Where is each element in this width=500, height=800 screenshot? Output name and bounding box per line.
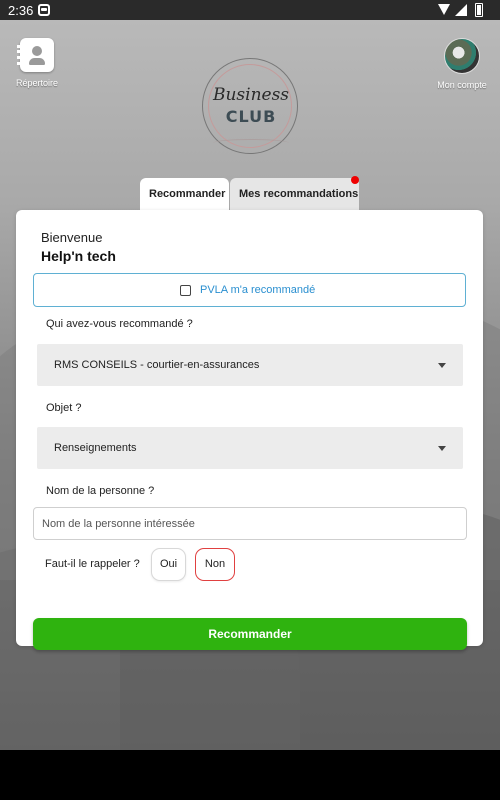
notification-dot [351,176,359,184]
recommended-by-checkbox[interactable] [180,285,191,296]
logo-line2: CLUB [225,107,277,126]
system-nav-bar [0,750,500,800]
app-screen: Répertoire Business CLUB Mon compte Reco… [0,20,500,750]
tab-recommander[interactable]: Recommander [140,178,229,210]
business-club-logo: Business CLUB [202,58,298,154]
recommended-by-label: PVLA m'a recommandé [200,284,316,296]
callback-yes-button[interactable]: Oui [151,548,186,581]
status-time: 2:36 [8,3,34,18]
welcome-text: Bienvenue [41,230,103,245]
account-label: Mon compte [437,80,487,90]
person-name-input[interactable] [33,507,467,540]
recommended-by-toggle[interactable]: PVLA m'a recommandé [33,273,466,307]
person-question: Nom de la personne ? [46,485,155,497]
recommendation-form: Bienvenue Help'n tech PVLA m'a recommand… [16,210,483,650]
recommended-contact-value: RMS CONSEILS - courtier-en-assurances [54,359,260,371]
dropdown-arrow-icon [438,363,446,368]
status-bar: 2:36 [0,0,500,20]
account-button[interactable]: Mon compte [434,38,490,90]
company-name: Help'n tech [41,248,116,264]
object-select[interactable]: Renseignements [37,427,463,469]
battery-icon [475,3,483,17]
dropdown-arrow-icon [438,446,446,451]
object-value: Renseignements [54,442,137,454]
callback-question: Faut-il le rappeler ? [45,558,140,570]
callback-no-button[interactable]: Non [195,548,235,581]
tab-mes-recommandations[interactable]: Mes recommandations [230,176,359,210]
recommend-submit-button[interactable]: Recommander [33,618,467,650]
tab-mes-recommandations-label: Mes recommandations [239,188,359,200]
recommended-contact-select[interactable]: RMS CONSEILS - courtier-en-assurances [37,344,463,386]
wifi-icon [438,4,450,16]
signal-icon [455,4,467,16]
directory-label: Répertoire [15,78,59,88]
avatar [444,38,480,74]
logo-line1: Business [212,85,290,105]
calendar-notification-icon [38,4,50,16]
who-question: Qui avez-vous recommandé ? [46,318,193,330]
directory-button[interactable]: Répertoire [14,38,60,88]
contact-book-icon [17,38,54,72]
object-question: Objet ? [46,402,82,414]
